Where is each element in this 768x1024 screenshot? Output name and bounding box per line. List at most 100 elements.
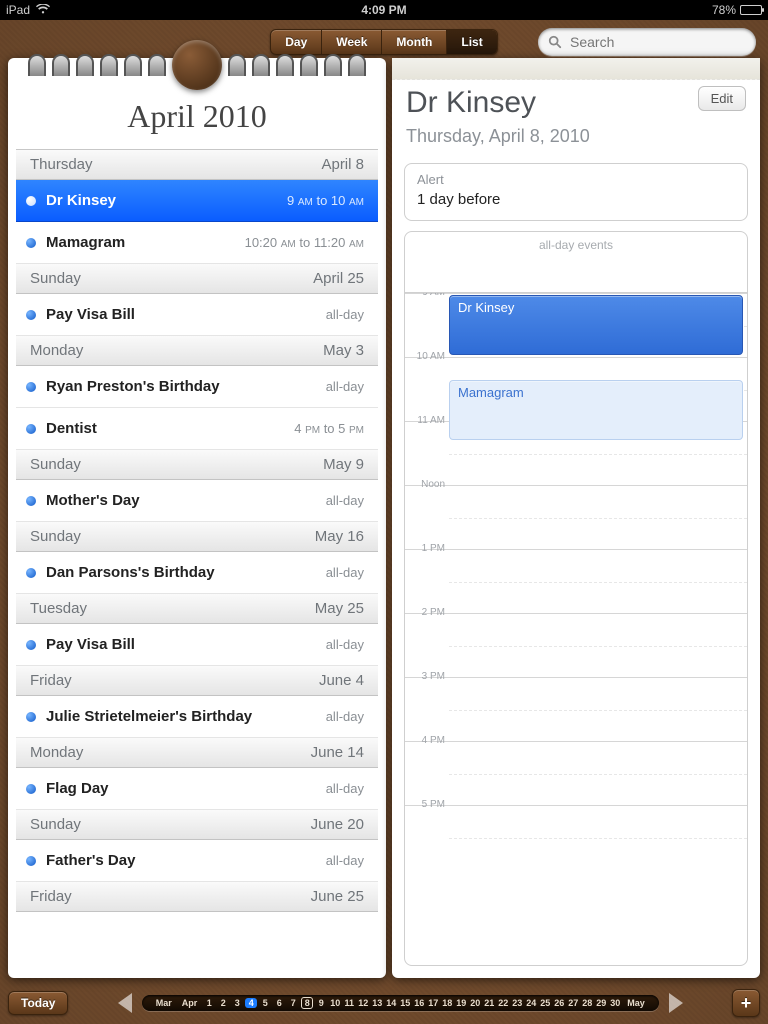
hour-row: Noon [405,485,747,549]
scrubber-day[interactable]: 27 [567,998,579,1008]
list-item[interactable]: Dentist 4 PM to 5 PM [16,408,378,450]
scrubber-day[interactable]: 11 [343,998,355,1008]
event-time: 9 AM to 10 AM [287,193,364,208]
scrubber-day[interactable]: 10 [329,998,341,1008]
day-header: SundayApril 25 [16,264,378,294]
timeline-event[interactable]: Dr Kinsey [449,295,743,355]
add-event-button[interactable]: + [732,989,760,1017]
scrubber-day[interactable]: 2 [217,998,229,1008]
calendar-dot-icon [26,310,36,320]
date-scrubber[interactable]: MarApr1234567891011121314151617181920212… [142,995,659,1011]
scrubber-day[interactable]: 23 [511,998,523,1008]
event-time: all-day [326,637,364,652]
list-item[interactable]: Mamagram 10:20 AM to 11:20 AM [16,222,378,264]
scrubber-day[interactable]: 15 [399,998,411,1008]
wifi-icon [36,3,50,17]
list-item[interactable]: Dan Parsons's Birthday all-day [16,552,378,594]
scrubber-day[interactable]: 19 [455,998,467,1008]
scrubber-day[interactable]: 9 [315,998,327,1008]
day-header: MondayJune 14 [16,738,378,768]
scrubber-day[interactable]: 13 [371,998,383,1008]
scrubber-day[interactable]: 14 [385,998,397,1008]
day-header: MondayMay 3 [16,336,378,366]
list-item[interactable]: Dr Kinsey 9 AM to 10 AM [16,180,378,222]
event-title: Ryan Preston's Birthday [46,378,326,395]
list-item[interactable]: Mother's Day all-day [16,480,378,522]
event-time: all-day [326,307,364,322]
battery-percent: 78% [712,3,736,17]
hours-grid[interactable]: 9 AM10 AM11 AMNoon1 PM2 PM3 PM4 PM5 PMDr… [405,293,747,965]
scrubber-day[interactable]: 5 [259,998,271,1008]
today-button[interactable]: Today [8,991,68,1015]
scrubber-day[interactable]: 16 [413,998,425,1008]
event-date: Thursday, April 8, 2010 [406,126,746,147]
scrubber-day[interactable]: 21 [483,998,495,1008]
scrubber-day[interactable]: 24 [525,998,537,1008]
scrubber-day[interactable]: 28 [581,998,593,1008]
view-month[interactable]: Month [381,30,446,54]
scrubber-day[interactable]: 3 [231,998,243,1008]
event-time: all-day [326,493,364,508]
scrubber-day[interactable]: 6 [273,998,285,1008]
scrubber-day[interactable]: 4 [245,998,257,1008]
scrubber-day[interactable]: 22 [497,998,509,1008]
hour-label: 5 PM [409,799,445,810]
list-item[interactable]: Pay Visa Bill all-day [16,624,378,666]
status-bar: iPad 4:09 PM 78% [0,0,768,20]
binder-disc [172,40,222,90]
event-title: Dr Kinsey [406,86,692,120]
scrubber-day[interactable]: 1 [203,998,215,1008]
list-item[interactable]: Julie Strietelmeier's Birthday all-day [16,696,378,738]
scrubber-day[interactable]: 8 [301,997,313,1009]
event-time: all-day [326,565,364,580]
list-item[interactable]: Father's Day all-day [16,840,378,882]
hour-label: 2 PM [409,607,445,618]
scrubber-day[interactable]: 30 [609,998,621,1008]
next-arrow-icon[interactable] [669,993,683,1013]
event-time: all-day [326,781,364,796]
list-item[interactable]: Pay Visa Bill all-day [16,294,378,336]
event-title: Julie Strietelmeier's Birthday [46,708,326,725]
view-list[interactable]: List [446,30,496,54]
event-time: all-day [326,379,364,394]
clock: 4:09 PM [361,3,406,17]
scrubber-day[interactable]: 20 [469,998,481,1008]
event-title: Mamagram [46,234,245,251]
day-header: ThursdayApril 8 [16,150,378,180]
prev-arrow-icon[interactable] [118,993,132,1013]
event-list[interactable]: ThursdayApril 8 Dr Kinsey 9 AM to 10 AM … [16,149,378,978]
calendar-dot-icon [26,196,36,206]
calendar-dot-icon [26,640,36,650]
edit-button[interactable]: Edit [698,86,746,111]
scrubber-day[interactable]: 17 [427,998,439,1008]
scrubber-day[interactable]: 29 [595,998,607,1008]
scrubber-day[interactable]: 25 [539,998,551,1008]
list-item[interactable]: Flag Day all-day [16,768,378,810]
event-title: Flag Day [46,780,326,797]
search-input[interactable] [538,28,756,56]
calendar-app: Day Week Month List April 2010 ThursdayA… [0,20,768,1024]
event-title: Mother's Day [46,492,326,509]
hour-row: 5 PM [405,805,747,869]
timeline-event[interactable]: Mamagram [449,380,743,440]
list-item[interactable]: Ryan Preston's Birthday all-day [16,366,378,408]
scrubber-day[interactable]: 12 [357,998,369,1008]
hour-label: 3 PM [409,671,445,682]
scrubber-day[interactable]: 18 [441,998,453,1008]
all-day-row[interactable]: all-day events [405,232,747,293]
day-header: SundayJune 20 [16,810,378,840]
hour-label: 10 AM [409,351,445,362]
scrubber-day[interactable]: 26 [553,998,565,1008]
event-title: Dr Kinsey [46,192,287,209]
list-pane: April 2010 ThursdayApril 8 Dr Kinsey 9 A… [8,58,386,978]
day-header: SundayMay 9 [16,450,378,480]
event-time: all-day [326,709,364,724]
detail-pane: Dr Kinsey Edit Thursday, April 8, 2010 A… [392,58,760,978]
alert-box[interactable]: Alert 1 day before [404,163,748,221]
hour-row: 2 PM [405,613,747,677]
event-title: Dentist [46,420,294,437]
list-title: April 2010 [8,80,386,149]
scrubber-day[interactable]: 7 [287,998,299,1008]
event-time: all-day [326,853,364,868]
hour-label: 11 AM [409,415,445,426]
